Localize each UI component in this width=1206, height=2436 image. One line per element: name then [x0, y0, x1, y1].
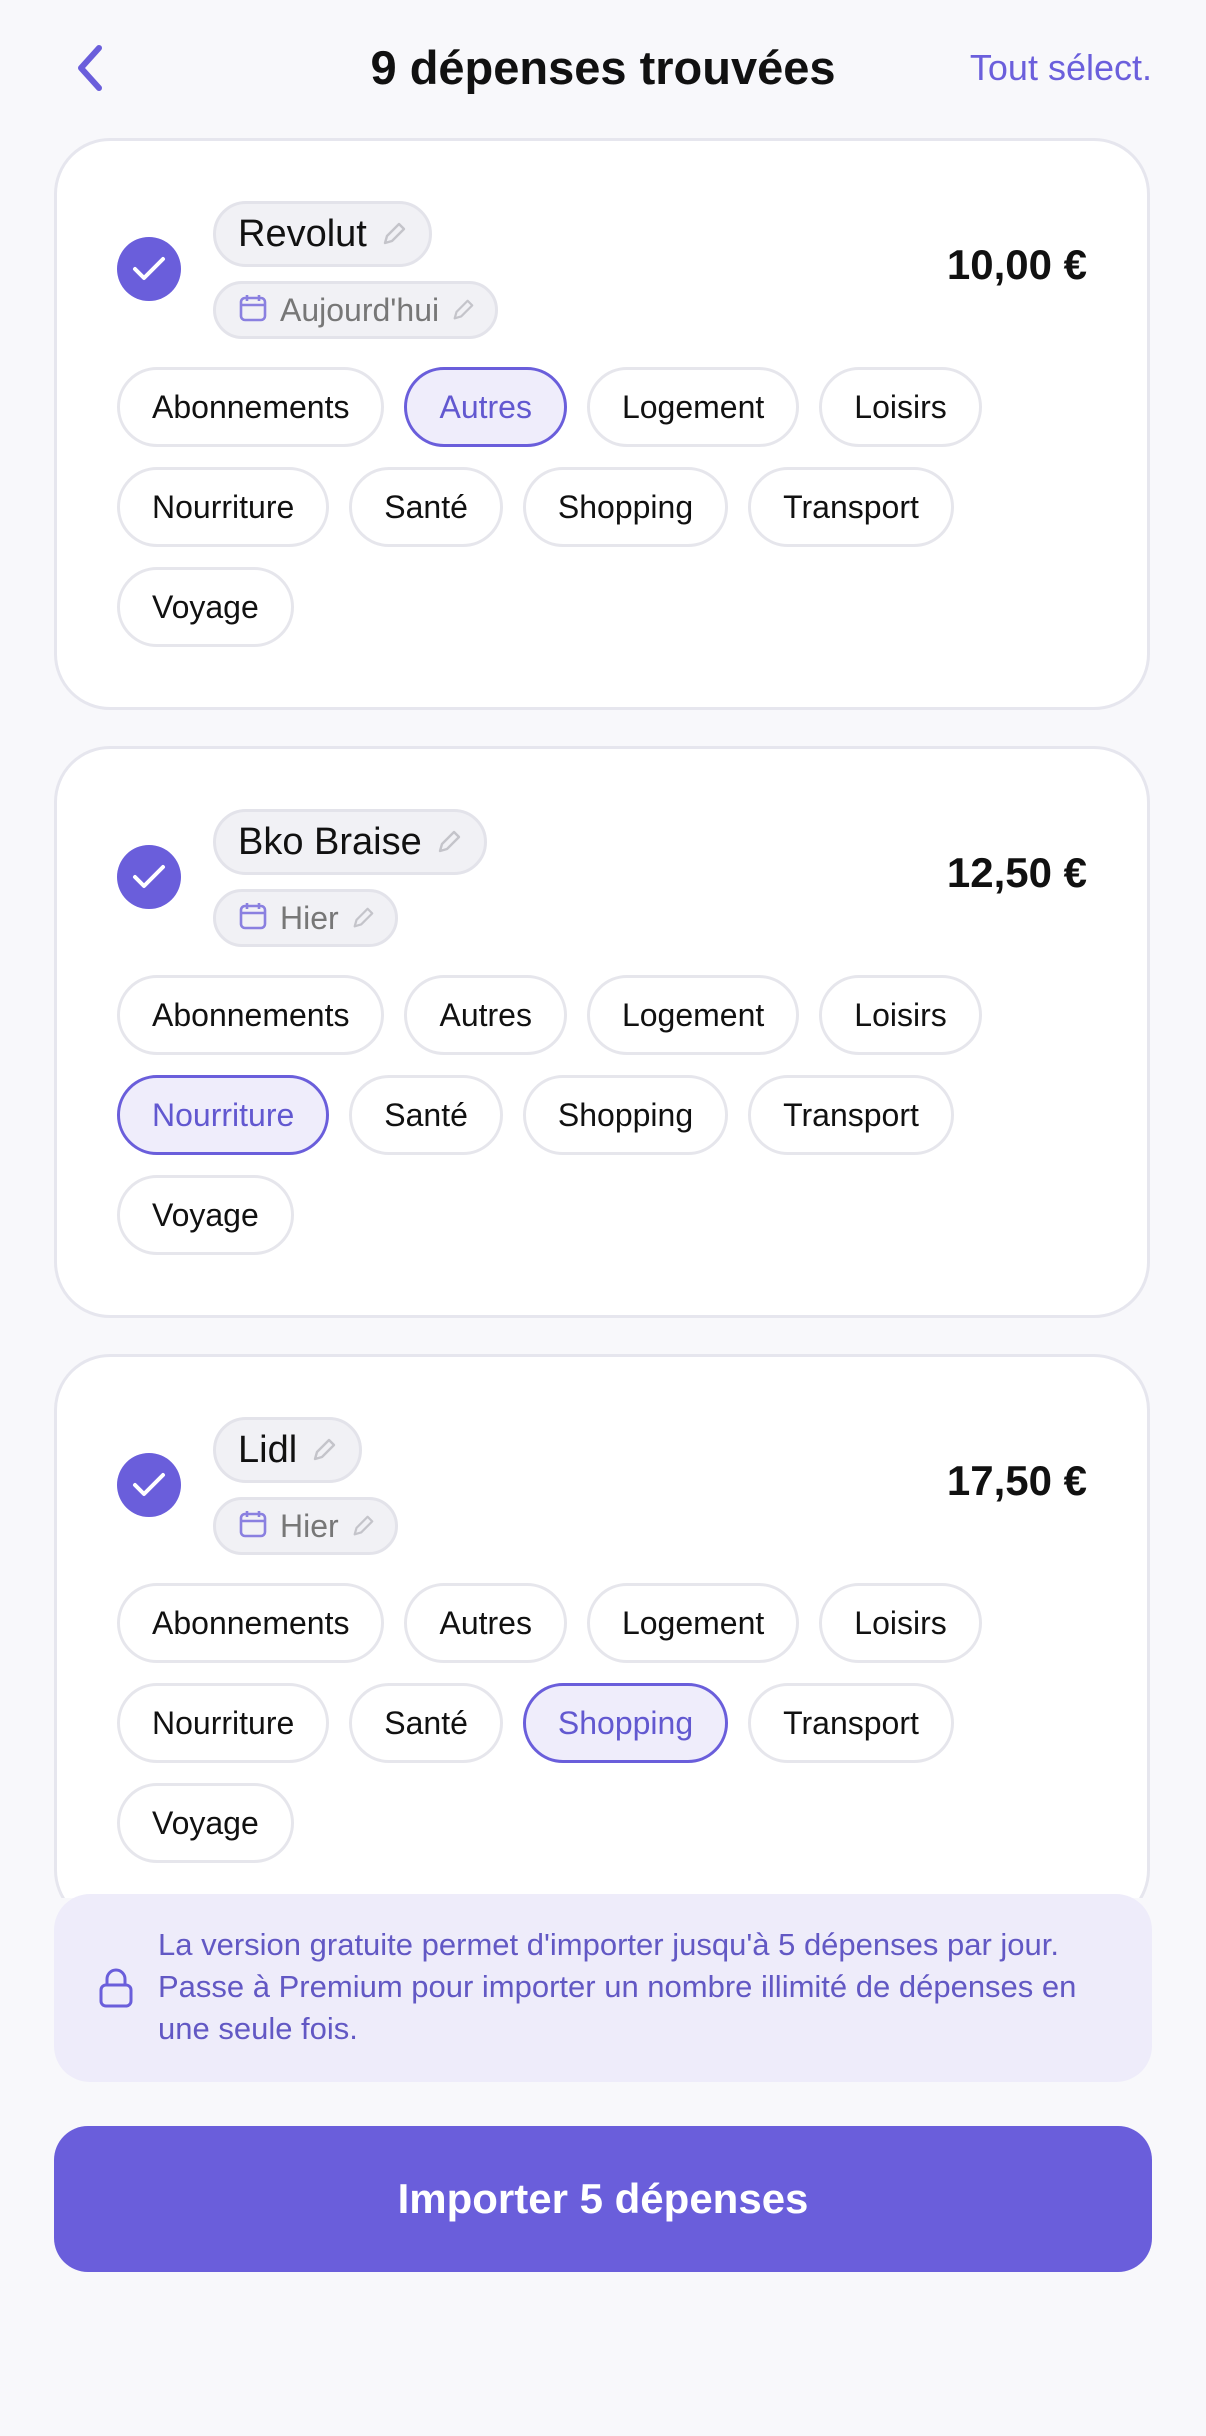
expense-card: Lidl Hier 17,50 € Abonnements Autres Log… — [54, 1354, 1150, 1898]
expense-checkbox[interactable] — [117, 237, 181, 301]
checkmark-icon — [133, 865, 165, 888]
category-chip[interactable]: Voyage — [117, 1783, 294, 1863]
header: 9 dépenses trouvées Tout sélect. — [0, 0, 1206, 140]
checkmark-icon — [133, 257, 165, 280]
category-chip[interactable]: Shopping — [522, 467, 729, 547]
expense-date-field[interactable]: Hier — [213, 1497, 398, 1555]
category-chip[interactable]: Logement — [586, 1583, 800, 1663]
category-chip[interactable]: Transport — [748, 467, 954, 547]
category-chip[interactable]: Nourriture — [117, 1683, 330, 1763]
expense-name-field[interactable]: Revolut — [213, 201, 432, 267]
calendar-icon — [238, 1509, 268, 1544]
calendar-icon — [238, 901, 268, 936]
category-chip[interactable]: Abonnements — [117, 1583, 385, 1663]
expense-date: Hier — [280, 1507, 339, 1544]
category-chip[interactable]: Loisirs — [819, 1583, 982, 1663]
pencil-icon — [351, 1514, 375, 1538]
expense-checkbox[interactable] — [117, 1453, 181, 1517]
category-chip[interactable]: Loisirs — [819, 975, 982, 1055]
category-chip[interactable]: Voyage — [117, 1175, 294, 1255]
expense-name-field[interactable]: Lidl — [213, 1417, 363, 1483]
category-chip[interactable]: Santé — [349, 467, 503, 547]
category-chip[interactable]: Shopping — [522, 1075, 729, 1155]
category-chip[interactable]: Logement — [586, 975, 800, 1055]
expense-name: Bko Braise — [238, 820, 422, 863]
category-chips: Abonnements Autres Logement Loisirs Nour… — [117, 1583, 1097, 1863]
category-chip-selected[interactable]: Shopping — [522, 1683, 729, 1763]
category-chip[interactable]: Logement — [586, 367, 800, 447]
select-all-button[interactable]: Tout sélect. — [970, 44, 1152, 92]
category-chips: Abonnements Autres Logement Loisirs Nour… — [117, 975, 1097, 1255]
category-chips: Abonnements Autres Logement Loisirs Nour… — [117, 367, 1097, 647]
import-button[interactable]: Importer 5 dépenses — [54, 2126, 1152, 2272]
category-chip[interactable]: Transport — [748, 1683, 954, 1763]
expense-amount: 17,50 € — [946, 1457, 1087, 1504]
category-chip[interactable]: Santé — [349, 1683, 503, 1763]
category-chip-selected[interactable]: Autres — [404, 367, 567, 447]
expense-card: Revolut Aujourd'hui 10,00 € Abonnements … — [54, 138, 1150, 710]
expense-name: Lidl — [238, 1428, 298, 1471]
expense-card: Bko Braise Hier 12,50 € Abonnements Autr… — [54, 746, 1150, 1318]
category-chip[interactable]: Transport — [748, 1075, 954, 1155]
lock-icon — [98, 1968, 134, 2013]
expense-name-field[interactable]: Bko Braise — [213, 809, 487, 875]
category-chip[interactable]: Abonnements — [117, 975, 385, 1055]
calendar-icon — [238, 293, 268, 328]
category-chip-selected[interactable]: Nourriture — [117, 1075, 330, 1155]
category-chip[interactable]: Santé — [349, 1075, 503, 1155]
pencil-icon — [351, 906, 375, 930]
category-chip[interactable]: Autres — [404, 1583, 567, 1663]
category-chip[interactable]: Autres — [404, 975, 567, 1055]
pencil-icon — [381, 221, 407, 247]
expense-checkbox[interactable] — [117, 845, 181, 909]
expense-date: Hier — [280, 899, 339, 936]
expense-amount: 12,50 € — [946, 849, 1087, 896]
expense-date: Aujourd'hui — [280, 291, 440, 328]
category-chip[interactable]: Nourriture — [117, 467, 330, 547]
checkmark-icon — [133, 1473, 165, 1496]
expense-amount: 10,00 € — [946, 241, 1087, 288]
premium-banner: La version gratuite permet d'importer ju… — [54, 1894, 1152, 2082]
pencil-icon — [311, 1437, 337, 1463]
category-chip[interactable]: Voyage — [117, 567, 294, 647]
expense-name: Revolut — [238, 212, 367, 255]
pencil-icon — [436, 829, 462, 855]
expense-date-field[interactable]: Aujourd'hui — [213, 281, 499, 339]
category-chip[interactable]: Abonnements — [117, 367, 385, 447]
expense-list[interactable]: Revolut Aujourd'hui 10,00 € Abonnements … — [0, 138, 1206, 1898]
premium-banner-text: La version gratuite permet d'importer ju… — [158, 1927, 1077, 2046]
expense-date-field[interactable]: Hier — [213, 889, 398, 947]
pencil-icon — [451, 298, 475, 322]
category-chip[interactable]: Loisirs — [819, 367, 982, 447]
